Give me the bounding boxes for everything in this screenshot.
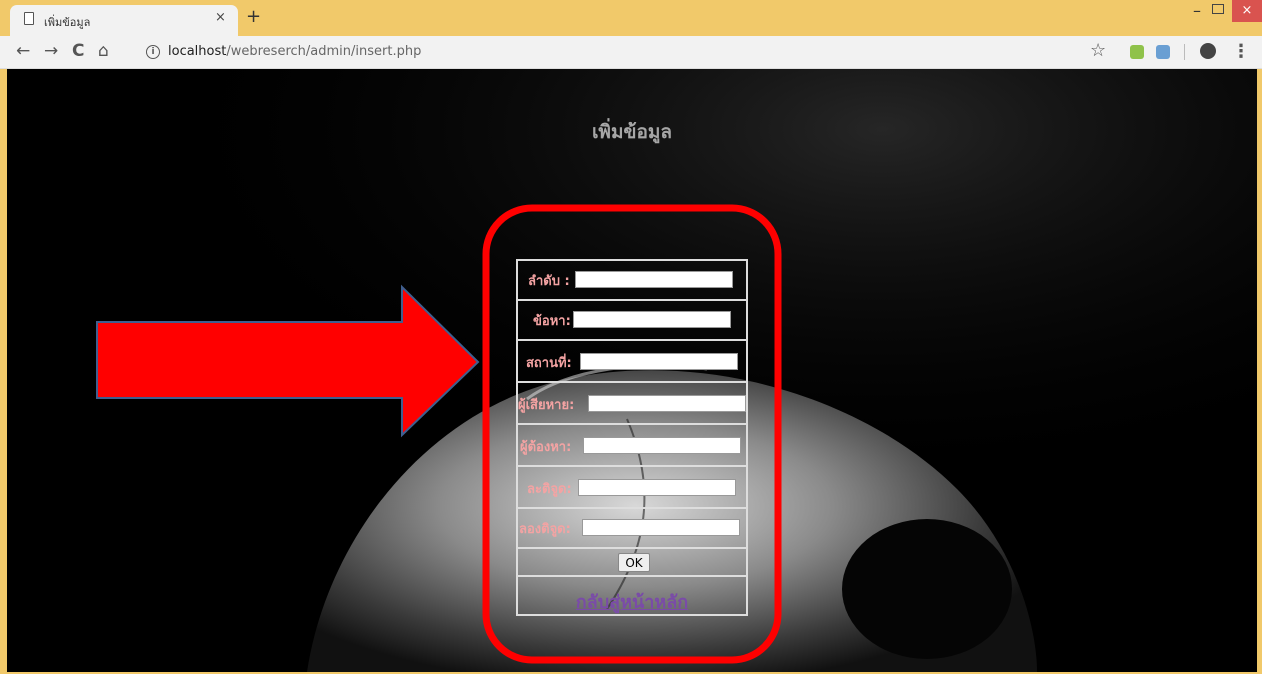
victim-input[interactable] <box>588 395 746 412</box>
tab-title: เพิ่มข้อมูล <box>44 16 91 29</box>
toolbar-divider <box>1184 44 1185 60</box>
url-text: localhost/webreserch/admin/insert.php <box>168 44 421 59</box>
insert-form: ลำดับ : ข้อหา: สถานที่: ผู้เสียหาย: ผู้ต… <box>516 259 748 616</box>
reload-icon[interactable]: C <box>72 41 84 61</box>
form-row-submit: OK <box>518 549 746 577</box>
page-icon <box>24 12 34 25</box>
back-arrow-icon[interactable]: ← <box>16 41 30 61</box>
url-path: /webreserch/admin/insert.php <box>226 44 422 59</box>
bookmark-star-icon[interactable]: ☆ <box>1090 40 1106 61</box>
extension-icon[interactable] <box>1156 45 1170 59</box>
location-input[interactable] <box>580 353 738 370</box>
address-bar[interactable]: i localhost/webreserch/admin/insert.php <box>140 39 1078 65</box>
form-row-location: สถานที่: <box>518 341 746 383</box>
suspect-input[interactable] <box>583 437 741 454</box>
form-row-order: ลำดับ : <box>518 261 746 301</box>
back-to-home-link[interactable]: กลับสู่หน้าหลัก <box>518 587 746 616</box>
form-row-back: กลับสู่หน้าหลัก <box>518 577 746 616</box>
form-row-charge: ข้อหา: <box>518 301 746 341</box>
field-label: ผู้ต้องหา: <box>520 440 572 455</box>
restore-button[interactable] <box>1212 4 1224 14</box>
field-label: ลองติจูด: <box>519 522 571 537</box>
order-input[interactable] <box>575 271 733 288</box>
field-label: ลำดับ : <box>528 274 570 289</box>
home-icon[interactable]: ⌂ <box>98 41 109 61</box>
form-row-suspect: ผู้ต้องหา: <box>518 425 746 467</box>
close-window-button[interactable]: × <box>1232 0 1262 22</box>
menu-icon[interactable]: ⋮ <box>1232 41 1250 62</box>
form-row-latitude: ละติจูด: <box>518 467 746 509</box>
browser-titlebar: เพิ่มข้อมูล × + – × <box>0 0 1262 36</box>
account-icon[interactable] <box>1200 43 1216 59</box>
form-row-longitude: ลองติจูด: <box>518 509 746 549</box>
new-tab-button[interactable]: + <box>246 6 261 27</box>
longitude-input[interactable] <box>582 519 740 536</box>
page-viewport: เพิ่มข้อมูล ลำดับ : ข้อหา: สถานที่: ผู้เ… <box>7 69 1257 672</box>
field-label: ละติจูด: <box>527 482 572 497</box>
field-label: ข้อหา: <box>533 314 571 329</box>
charge-input[interactable] <box>573 311 731 328</box>
forward-arrow-icon[interactable]: → <box>44 41 58 61</box>
form-row-victim: ผู้เสียหาย: <box>518 383 746 425</box>
browser-tab[interactable]: เพิ่มข้อมูล × <box>10 5 238 36</box>
extension-icon[interactable] <box>1130 45 1144 59</box>
latitude-input[interactable] <box>578 479 736 496</box>
page-title: เพิ่มข้อมูล <box>591 121 673 143</box>
minimize-button[interactable]: – <box>1188 1 1206 20</box>
browser-toolbar: ← → C ⌂ i localhost/webreserch/admin/ins… <box>0 36 1262 69</box>
url-host: localhost <box>168 44 227 59</box>
field-label: ผู้เสียหาย: <box>518 398 575 413</box>
tab-close-icon[interactable]: × <box>215 10 226 25</box>
ok-button[interactable]: OK <box>618 553 650 572</box>
field-label: สถานที่: <box>526 356 572 371</box>
info-icon[interactable]: i <box>146 45 160 59</box>
